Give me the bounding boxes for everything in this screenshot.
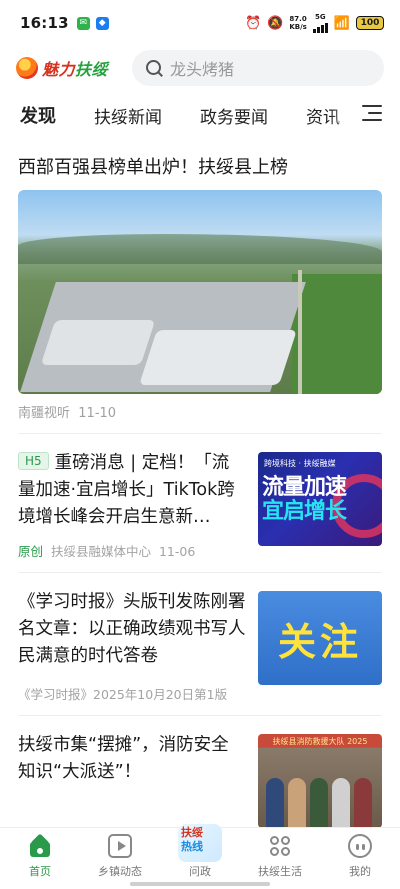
- article-thumbnail: 关注: [258, 591, 382, 685]
- article-meta: 《学习时报》2025年10月20日第1版: [18, 687, 228, 702]
- featured-article[interactable]: 西部百强县榜单出炉！扶绥县上榜 南疆视听 11-10: [0, 140, 400, 421]
- video-icon: [108, 834, 132, 858]
- article-meta: 原创 扶绥县融媒体中心 11-06: [18, 544, 196, 559]
- article-thumbnail: 跨境科技 · 扶绥融媒 流量加速 宜启增长: [258, 452, 382, 546]
- grid-icon: [268, 834, 292, 858]
- mute-icon: 🔕: [267, 15, 284, 31]
- tab-government-news[interactable]: 政务要闻: [200, 103, 268, 128]
- divider: [18, 715, 382, 716]
- nav-fusui-life[interactable]: 扶绥生活: [240, 828, 320, 889]
- channel-tabs: 发现 扶绥新闻 政务要闻 资讯: [0, 95, 400, 135]
- nav-ask-government[interactable]: 扶绥 热线 问政: [160, 824, 240, 889]
- divider: [18, 572, 382, 573]
- nav-town-news[interactable]: 乡镇动态: [80, 828, 160, 889]
- divider: [18, 433, 382, 434]
- bottom-nav: 首页 乡镇动态 扶绥 热线 问政 扶绥生活 我的: [0, 824, 400, 889]
- search-placeholder: 龙头烤猪: [170, 60, 235, 79]
- ask-hotline-icon: 扶绥 热线: [178, 824, 222, 864]
- app-logo[interactable]: 魅力扶绥: [16, 56, 126, 80]
- search-input[interactable]: 龙头烤猪: [132, 50, 384, 86]
- nav-home[interactable]: 首页: [0, 828, 80, 889]
- tab-discover[interactable]: 发现: [20, 102, 56, 128]
- featured-title: 西部百强县榜单出炉！扶绥县上榜: [18, 157, 288, 178]
- featured-meta: 南疆视听 11-10: [18, 406, 117, 421]
- h5-badge: H5: [18, 452, 49, 470]
- status-time: 16:13: [20, 14, 69, 32]
- featured-image: [18, 190, 382, 394]
- battery-icon: 100: [356, 16, 384, 30]
- app-notification-icon: ◆: [95, 16, 109, 30]
- article-title: 扶绥市集“摆摊”，消防安全知识“大派送”！: [18, 735, 229, 782]
- tab-fusui-news[interactable]: 扶绥新闻: [94, 103, 162, 128]
- wechat-notification-icon: ✉: [76, 16, 90, 30]
- search-icon: [146, 60, 162, 76]
- article-thumbnail: 扶绥县消防救援大队 2025: [258, 734, 382, 828]
- network-type: 5G: [315, 12, 326, 21]
- net-speed: 87.0 KB/s: [289, 15, 307, 31]
- alarm-icon: ⏰: [244, 15, 262, 31]
- status-bar: 16:13 ✉ ◆ ⏰ 🔕 87.0 KB/s 5G 📶 100: [0, 0, 400, 46]
- profile-icon: [348, 834, 372, 858]
- nav-profile[interactable]: 我的: [320, 828, 400, 889]
- list-item[interactable]: H5 重磅消息 | 定档！「流量加速·宜启增长」TikTok跨境增长峰会开启生意新…: [0, 450, 400, 560]
- tab-menu-icon[interactable]: [362, 105, 382, 123]
- home-icon: [28, 834, 52, 858]
- original-badge: 原创: [18, 544, 44, 559]
- home-indicator[interactable]: [130, 882, 270, 886]
- article-title: 重磅消息 | 定档！「流量加速·宜启增长」TikTok跨境增长峰会开启生意新…: [18, 453, 235, 527]
- list-item[interactable]: 《学习时报》头版刊发陈刚署名文章：以正确政绩观书写人民满意的时代答卷 《学习时报…: [0, 589, 400, 703]
- wifi-icon: 📶: [333, 15, 350, 31]
- app-header: 魅力扶绥 龙头烤猪: [0, 46, 400, 90]
- news-feed[interactable]: 西部百强县榜单出炉！扶绥县上榜 南疆视听 11-10 H5 重磅消息 | 定档！「…: [0, 140, 400, 828]
- list-item[interactable]: 扶绥市集“摆摊”，消防安全知识“大派送”！ 扶绥县消防救援大队 2025: [0, 732, 400, 828]
- signal-icon: [312, 21, 328, 33]
- logo-mark-icon: [16, 57, 38, 79]
- article-title: 《学习时报》头版刊发陈刚署名文章：以正确政绩观书写人民满意的时代答卷: [18, 592, 246, 666]
